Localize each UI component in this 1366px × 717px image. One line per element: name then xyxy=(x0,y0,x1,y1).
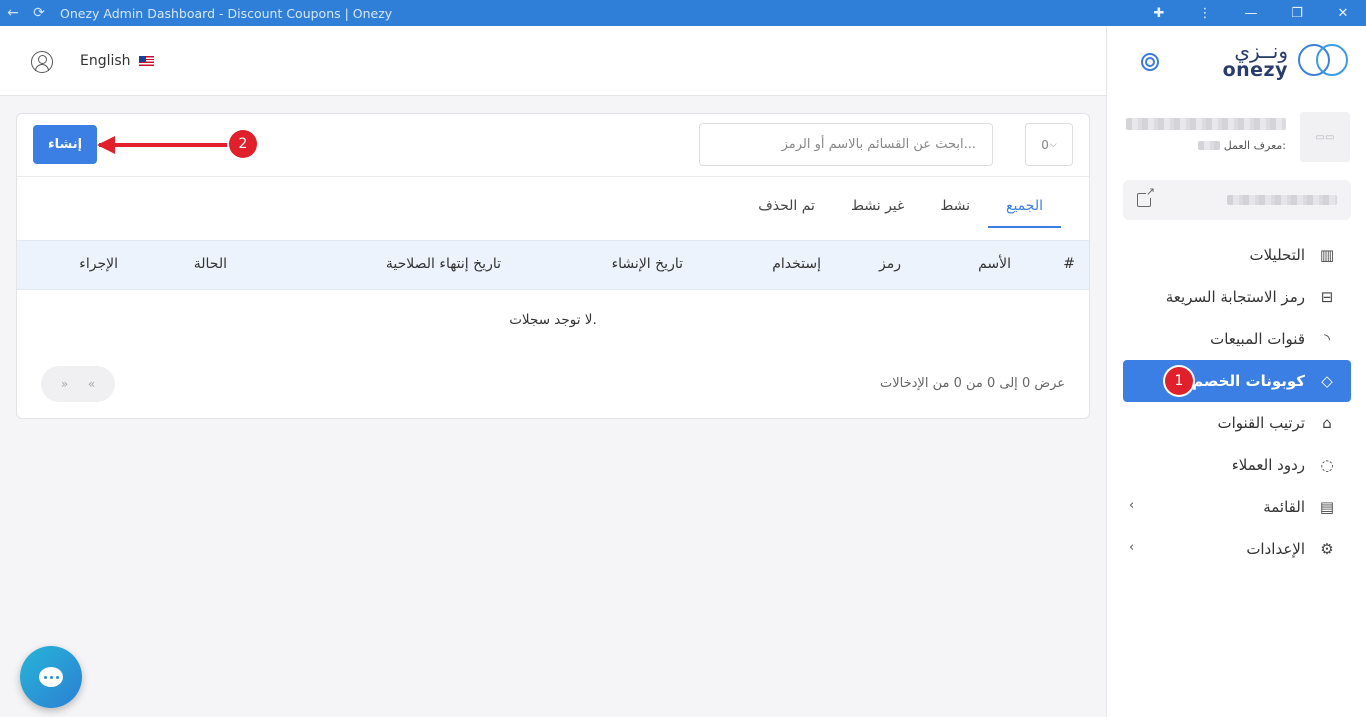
refresh-icon[interactable]: ⟳ xyxy=(26,0,52,26)
brand-logo[interactable]: ونــزي onezy xyxy=(1223,40,1350,80)
sidebar-item-qr-code[interactable]: رمز الاستجابة السريعة ⊟ xyxy=(1123,276,1351,318)
column-header-code[interactable]: رمز xyxy=(879,256,901,272)
coupon-search-input[interactable]: ابحث عن القسائم بالاسم أو الرمز... xyxy=(699,123,993,166)
empty-table-message: لا توجد سجلات. xyxy=(509,312,597,328)
sidebar-item-discount-coupons[interactable]: 1 كوبونات الخصم ◇ xyxy=(1123,360,1351,402)
business-card: معرف العمل: ▭▭ xyxy=(1126,112,1350,162)
gear-icon: ⚙ xyxy=(1320,540,1334,558)
status-tabs: الجميع نشط غير نشط تم الحذف xyxy=(740,186,1061,228)
sidebar-item-label: رمز الاستجابة السريعة xyxy=(1165,288,1305,306)
maximize-icon[interactable]: ❐ xyxy=(1274,0,1320,26)
column-header-status[interactable]: الحالة xyxy=(194,256,227,272)
tab-all[interactable]: الجميع xyxy=(988,186,1061,228)
column-header-action: الإجراء xyxy=(79,256,118,272)
language-switcher[interactable]: English xyxy=(80,53,154,69)
store-url-redacted xyxy=(1227,195,1337,205)
external-link-icon[interactable] xyxy=(1137,186,1155,207)
more-menu-icon[interactable]: ⋮ xyxy=(1182,0,1228,26)
column-header-name[interactable]: الأسم xyxy=(978,256,1011,272)
sidebar-item-analytics[interactable]: التحليلات ▥ xyxy=(1123,234,1351,276)
chevron-left-icon: ‹ xyxy=(1129,540,1135,555)
store-icon: ⌂ xyxy=(1322,414,1332,432)
language-label: English xyxy=(80,53,131,69)
top-header: English xyxy=(0,26,1106,96)
sidebar-item-label: ردود العملاء xyxy=(1231,456,1305,474)
per-page-select[interactable]: 0 ⌵ xyxy=(1025,123,1073,166)
rss-icon: ◝ xyxy=(1324,330,1330,348)
clipboard-icon: ▤ xyxy=(1319,498,1335,516)
divider xyxy=(17,176,1089,177)
per-page-value: 0 xyxy=(1041,137,1049,152)
sidebar-item-menu[interactable]: ‹ القائمة ▤ xyxy=(1123,486,1351,528)
column-header-created-date[interactable]: تاريخ الإنشاء xyxy=(612,256,683,272)
sidebar-item-label: التحليلات xyxy=(1249,246,1305,264)
brand-mark-icon xyxy=(1298,40,1350,80)
sidebar-item-label: الإعدادات xyxy=(1246,540,1305,558)
table-header: # الأسم رمز إستخدام تاريخ الإنشاء تاريخ … xyxy=(17,240,1089,290)
business-id-redacted xyxy=(1197,141,1220,150)
tab-deleted[interactable]: تم الحذف xyxy=(740,186,833,228)
preview-icon[interactable] xyxy=(1141,53,1159,71)
window-titlebar: ← ⟳ Onezy Admin Dashboard - Discount Cou… xyxy=(0,0,1366,26)
column-header-usage[interactable]: إستخدام xyxy=(772,256,821,272)
chevron-left-icon: ‹ xyxy=(1129,498,1135,513)
column-header-index: # xyxy=(1063,256,1075,272)
minimize-icon[interactable]: — xyxy=(1228,0,1274,26)
annotation-arrow-icon xyxy=(97,136,229,154)
chevron-down-icon: ⌵ xyxy=(1049,139,1057,150)
tab-active[interactable]: نشط xyxy=(922,186,988,228)
column-header-expiry-date[interactable]: تاريخ إنتهاء الصلاحية xyxy=(386,256,501,272)
search-placeholder: ابحث عن القسائم بالاسم أو الرمز... xyxy=(781,137,976,152)
pager-next-button[interactable]: » xyxy=(61,377,68,391)
brand-name-en: onezy xyxy=(1222,58,1288,81)
pagination: » « xyxy=(41,366,115,402)
chat-bubble-icon xyxy=(39,667,63,687)
sidebar-item-label: ترتيب القنوات xyxy=(1217,414,1305,432)
sidebar-item-label: كوبونات الخصم xyxy=(1192,372,1305,390)
close-icon[interactable]: ✕ xyxy=(1320,0,1366,26)
back-arrow-icon[interactable]: ← xyxy=(0,0,26,26)
pager-prev-button[interactable]: « xyxy=(88,377,95,391)
sidebar-item-settings[interactable]: ‹ الإعدادات ⚙ xyxy=(1123,528,1351,570)
user-account-icon[interactable] xyxy=(31,51,53,73)
tag-icon: ◇ xyxy=(1321,372,1333,390)
annotation-step-2: 2 xyxy=(229,130,257,158)
store-link[interactable] xyxy=(1123,180,1351,220)
sidebar-item-label: قنوات المبيعات xyxy=(1210,330,1305,348)
tab-inactive[interactable]: غير نشط xyxy=(833,186,922,228)
sidebar: ونــزي onezy معرف العمل: ▭▭ التحليلات ▥ … xyxy=(1106,26,1366,717)
extensions-icon[interactable]: ✚ xyxy=(1136,0,1182,26)
window-title: Onezy Admin Dashboard - Discount Coupons… xyxy=(60,5,393,21)
business-avatar: ▭▭ xyxy=(1300,112,1350,162)
create-coupon-button[interactable]: إنشاء xyxy=(33,125,97,164)
sidebar-item-label: القائمة xyxy=(1263,498,1305,516)
chart-icon: ▥ xyxy=(1319,246,1335,264)
chat-icon: ◌ xyxy=(1320,456,1334,474)
support-chat-button[interactable] xyxy=(20,646,82,708)
sidebar-nav: التحليلات ▥ رمز الاستجابة السريعة ⊟ قنوا… xyxy=(1123,234,1351,570)
us-flag-icon xyxy=(138,56,154,66)
qr-scan-icon: ⊟ xyxy=(1320,288,1334,306)
coupons-card: إنشاء 2 ابحث عن القسائم بالاسم أو الرمز.… xyxy=(16,113,1090,419)
entries-info: عرض 0 إلى 0 من 0 من الإدخالات xyxy=(879,376,1065,391)
sidebar-item-channel-order[interactable]: ترتيب القنوات ⌂ xyxy=(1123,402,1351,444)
brand-name-ar: ونــزي xyxy=(1234,38,1288,63)
business-name-redacted xyxy=(1126,118,1286,130)
business-id-label: معرف العمل: xyxy=(1223,139,1286,152)
sidebar-item-customer-feedback[interactable]: ردود العملاء ◌ xyxy=(1123,444,1351,486)
sidebar-item-sales-channels[interactable]: قنوات المبيعات ◝ xyxy=(1123,318,1351,360)
annotation-step-1: 1 xyxy=(1165,367,1193,395)
